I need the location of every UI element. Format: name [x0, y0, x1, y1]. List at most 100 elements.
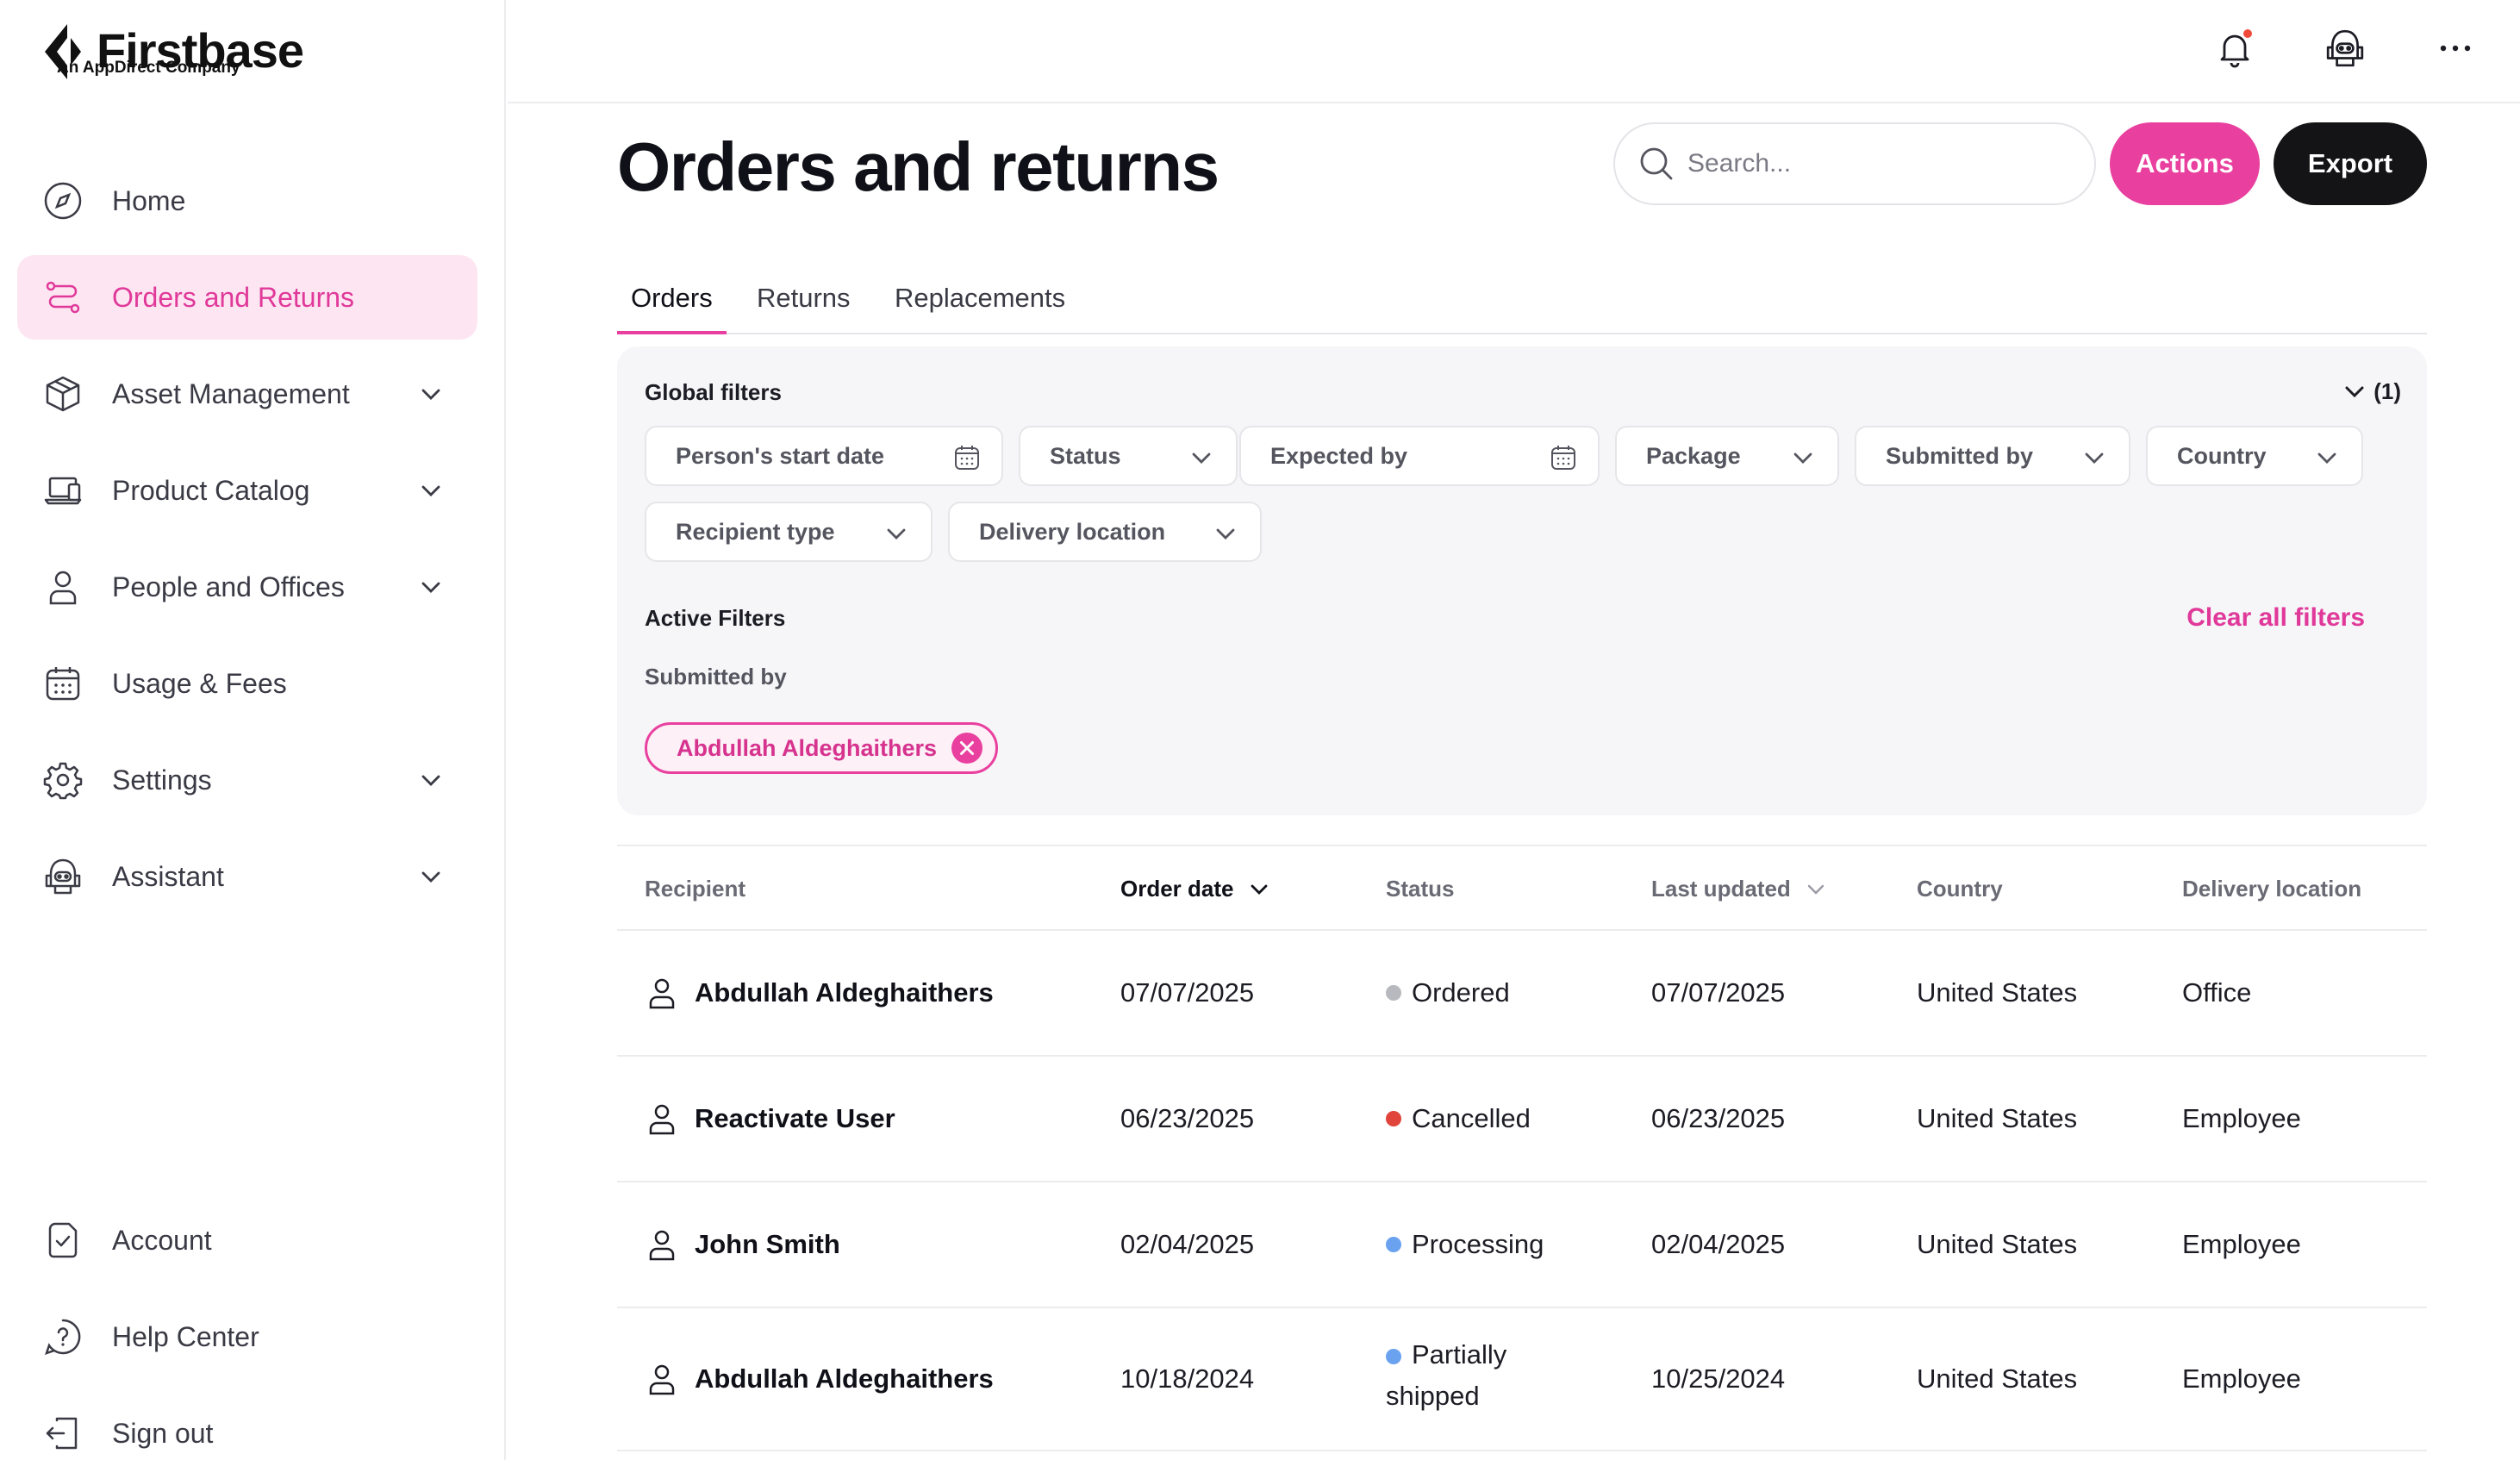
export-button[interactable]: Export: [2274, 122, 2427, 205]
orders-table: Recipient Order date Status Last updated…: [617, 845, 2427, 1451]
column-delivery-location[interactable]: Delivery location: [2182, 876, 2361, 902]
country-cell: United States: [1917, 1363, 2078, 1394]
sidebar-item-home[interactable]: Home: [17, 159, 477, 243]
sidebar: Firstbase An AppDirect Company Home Orde…: [0, 0, 506, 1460]
notifications-button[interactable]: [2211, 24, 2259, 72]
sidebar-item-orders-and-returns[interactable]: Orders and Returns: [17, 255, 477, 340]
chevron-down-icon[interactable]: [417, 766, 445, 794]
table-row[interactable]: Reactivate User 06/23/2025 Cancelled 06/…: [617, 1057, 2427, 1182]
status-dot: [1386, 1237, 1401, 1252]
sidebar-item-label: Orders and Returns: [112, 281, 355, 313]
filter-count: (1): [2373, 377, 2401, 404]
chevron-down-icon: [1807, 884, 1824, 895]
sidebar-item-label: Sign out: [112, 1417, 214, 1449]
start-date-filter[interactable]: Person's start date: [645, 426, 1003, 486]
sidebar-footer-nav: Account Help Center Sign out: [17, 1198, 477, 1460]
recipient-cell[interactable]: Reactivate User: [645, 1101, 895, 1136]
robot-icon: [43, 857, 83, 896]
assistant-button[interactable]: [2321, 24, 2369, 72]
column-status[interactable]: Status: [1386, 876, 1454, 902]
delivery-location-filter[interactable]: Delivery location: [948, 502, 1262, 562]
chevron-down-icon[interactable]: [417, 573, 445, 601]
column-order-date[interactable]: Order date: [1120, 876, 1272, 902]
global-filters-toggle[interactable]: (1): [2341, 377, 2401, 405]
sidebar-item-people-and-offices[interactable]: People and Offices: [17, 545, 477, 629]
sidebar-item-settings[interactable]: Settings: [17, 738, 477, 822]
tab-bar: Orders Returns Replacements: [617, 276, 2427, 334]
clear-all-filters-link[interactable]: Clear all filters: [2186, 603, 2365, 633]
filter-label: Person's start date: [676, 442, 885, 469]
country-filter[interactable]: Country: [2146, 426, 2363, 486]
sidebar-item-account[interactable]: Account: [17, 1198, 477, 1282]
filter-label: Delivery location: [979, 518, 1166, 545]
tab-returns[interactable]: Returns: [743, 276, 864, 334]
status-filter[interactable]: Status: [1019, 426, 1238, 486]
order-date-cell: 02/04/2025: [1120, 1229, 1255, 1259]
status-dot: [1386, 1111, 1401, 1126]
column-recipient[interactable]: Recipient: [645, 876, 745, 902]
sidebar-item-help-center[interactable]: Help Center: [17, 1295, 477, 1379]
filter-label: Country: [2177, 442, 2267, 469]
sidebar-item-label: Product Catalog: [112, 474, 310, 506]
active-filter-group-label: Submitted by: [645, 664, 787, 689]
table-header: Recipient Order date Status Last updated…: [617, 845, 2427, 931]
chevron-down-icon[interactable]: [417, 477, 445, 504]
active-filter-pill[interactable]: Abdullah Aldeghaithers: [645, 722, 999, 774]
tab-replacements[interactable]: Replacements: [881, 276, 1079, 334]
chevron-down-icon: [1793, 452, 1812, 464]
submitted-by-filter[interactable]: Submitted by: [1855, 426, 2130, 486]
more-options-button[interactable]: [2431, 24, 2479, 72]
country-cell: United States: [1917, 1103, 2078, 1133]
filter-label: Expected by: [1270, 442, 1408, 469]
gear-icon: [43, 760, 83, 800]
expected-by-filter[interactable]: Expected by: [1239, 426, 1600, 486]
sidebar-item-label: Home: [112, 184, 186, 216]
package-filter[interactable]: Package: [1615, 426, 1839, 486]
chevron-down-icon[interactable]: [417, 863, 445, 890]
chevron-down-icon[interactable]: [417, 380, 445, 408]
notification-dot: [2242, 28, 2254, 40]
tab-orders[interactable]: Orders: [617, 276, 727, 334]
last-updated-cell: 06/23/2025: [1651, 1103, 1786, 1133]
last-updated-cell: 02/04/2025: [1651, 1229, 1786, 1259]
country-cell: United States: [1917, 977, 2078, 1008]
table-row[interactable]: Abdullah Aldeghaithers 10/18/2024 Partia…: [617, 1308, 2427, 1451]
column-country[interactable]: Country: [1917, 876, 2003, 902]
status-cell: Partially shipped: [1386, 1339, 1507, 1411]
person-icon: [43, 567, 83, 607]
recipient-cell[interactable]: Abdullah Aldeghaithers: [645, 976, 994, 1010]
sidebar-item-asset-management[interactable]: Asset Management: [17, 352, 477, 436]
page-title: Orders and returns: [617, 128, 1219, 205]
filters-panel: Global filters (1) Person's start date S…: [617, 346, 2427, 815]
sidebar-item-usage-and-fees[interactable]: Usage & Fees: [17, 641, 477, 726]
delivery-location-cell: Office: [2182, 977, 2252, 1008]
remove-filter-icon[interactable]: [951, 732, 983, 764]
sidebar-item-assistant[interactable]: Assistant: [17, 834, 477, 919]
country-cell: United States: [1917, 1229, 2078, 1259]
recipient-cell[interactable]: Abdullah Aldeghaithers: [645, 1362, 994, 1396]
person-icon: [649, 978, 675, 1009]
table-row[interactable]: John Smith 02/04/2025 Processing 02/04/2…: [617, 1182, 2427, 1308]
recipient-type-filter[interactable]: Recipient type: [645, 502, 933, 562]
chevron-down-icon: [1216, 528, 1235, 540]
sidebar-item-label: Usage & Fees: [112, 667, 287, 699]
column-last-updated[interactable]: Last updated: [1651, 876, 1829, 902]
more-horizontal-icon: [2440, 45, 2471, 52]
sign-out-icon: [43, 1413, 83, 1453]
sidebar-item-sign-out[interactable]: Sign out: [17, 1391, 477, 1460]
person-icon: [649, 1364, 675, 1395]
actions-button[interactable]: Actions: [2110, 122, 2260, 205]
route-icon: [43, 278, 83, 317]
recipient-cell[interactable]: John Smith: [645, 1227, 840, 1262]
sidebar-item-label: Account: [112, 1224, 212, 1256]
search-input[interactable]: [1687, 149, 2067, 178]
search-box[interactable]: [1613, 122, 2096, 205]
active-filter-value: Abdullah Aldeghaithers: [677, 734, 938, 761]
table-row[interactable]: Abdullah Aldeghaithers 07/07/2025 Ordere…: [617, 931, 2427, 1057]
sidebar-item-product-catalog[interactable]: Product Catalog: [17, 448, 477, 533]
calendar-icon: [43, 664, 83, 703]
sidebar-item-label: People and Offices: [112, 571, 345, 602]
filter-label: Status: [1050, 442, 1121, 469]
chevron-down-icon: [887, 528, 906, 540]
status-cell: Processing: [1386, 1229, 1544, 1260]
